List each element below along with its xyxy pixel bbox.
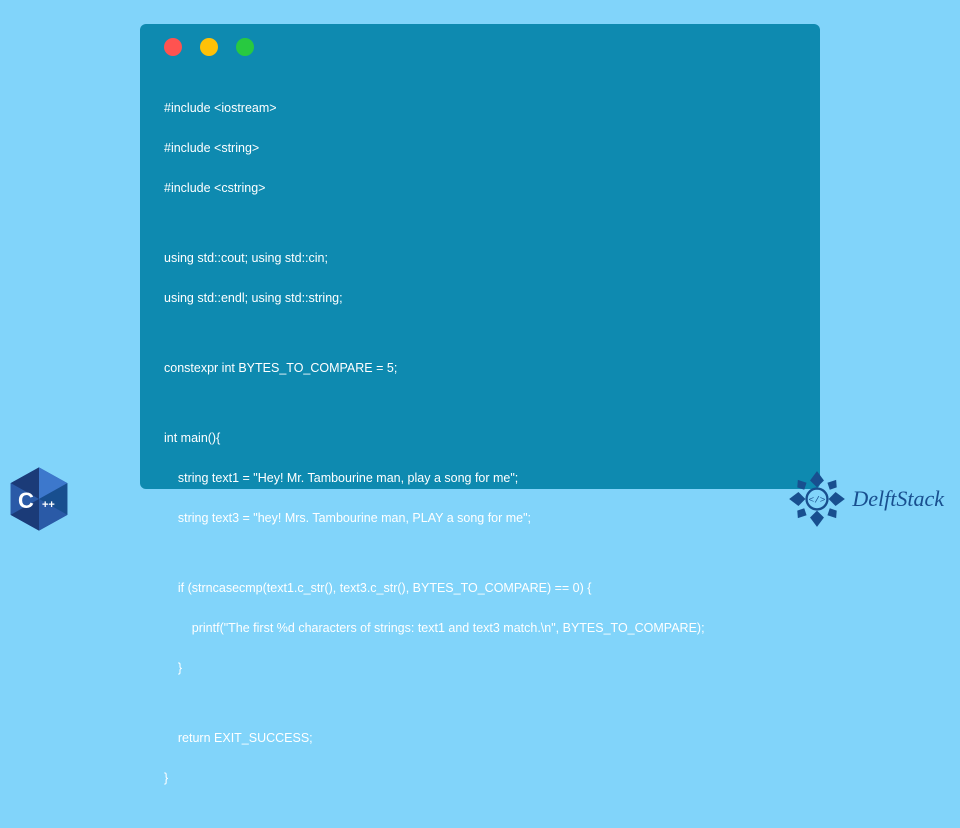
maximize-icon bbox=[236, 38, 254, 56]
code-line: int main(){ bbox=[164, 428, 796, 448]
code-line: #include <string> bbox=[164, 138, 796, 158]
code-line: constexpr int BYTES_TO_COMPARE = 5; bbox=[164, 358, 796, 378]
window-traffic-lights bbox=[164, 38, 796, 56]
code-line: #include <cstring> bbox=[164, 178, 796, 198]
close-icon bbox=[164, 38, 182, 56]
delftstack-logo: </> DelftStack bbox=[788, 470, 944, 528]
svg-text:</>: </> bbox=[809, 494, 826, 505]
code-line: } bbox=[164, 658, 796, 678]
code-window: #include <iostream> #include <string> #i… bbox=[140, 24, 820, 489]
cpp-logo-label: C bbox=[18, 488, 33, 514]
code-line: printf("The first %d characters of strin… bbox=[164, 618, 796, 638]
code-line: return EXIT_SUCCESS; bbox=[164, 728, 796, 748]
code-line: string text1 = "Hey! Mr. Tambourine man,… bbox=[164, 468, 796, 488]
code-line: if (strncasecmp(text1.c_str(), text3.c_s… bbox=[164, 578, 796, 598]
delftstack-label: DelftStack bbox=[852, 486, 944, 512]
minimize-icon bbox=[200, 38, 218, 56]
code-line: using std::endl; using std::string; bbox=[164, 288, 796, 308]
code-line: #include <iostream> bbox=[164, 98, 796, 118]
cpp-logo-plus: ++ bbox=[42, 499, 55, 511]
code-line: using std::cout; using std::cin; bbox=[164, 248, 796, 268]
code-block: #include <iostream> #include <string> #i… bbox=[164, 78, 796, 828]
code-line: } bbox=[164, 768, 796, 788]
delftstack-icon: </> bbox=[788, 470, 846, 528]
code-line: string text3 = "hey! Mrs. Tambourine man… bbox=[164, 508, 796, 528]
cpp-logo-icon: C ++ bbox=[0, 462, 78, 540]
